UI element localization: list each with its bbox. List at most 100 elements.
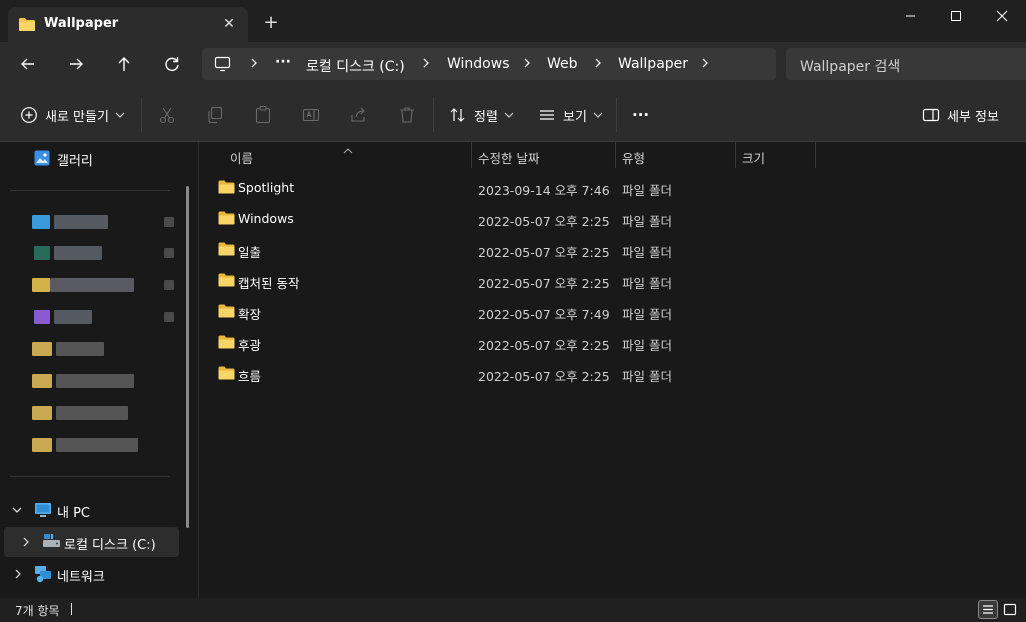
chevron-right-icon[interactable] xyxy=(249,55,259,71)
view-button[interactable]: 보기 xyxy=(538,102,605,128)
back-button[interactable] xyxy=(14,51,42,77)
close-icon xyxy=(996,10,1008,22)
chevron-right-icon[interactable] xyxy=(421,55,431,71)
column-header-type[interactable]: 유형 xyxy=(616,142,736,168)
folder-icon xyxy=(218,335,235,352)
sidebar-item-local-disk[interactable]: 로컬 디스크 (C:) xyxy=(4,527,179,557)
details-view-icon xyxy=(983,605,993,614)
paste-button[interactable] xyxy=(253,105,273,125)
column-header-date[interactable]: 수정한 날짜 xyxy=(472,142,616,168)
minimize-button[interactable] xyxy=(890,4,930,28)
sort-button[interactable]: 정렬 xyxy=(449,102,516,128)
file-name: 흐름 xyxy=(238,369,262,384)
file-list: 이름 수정한 날짜 유형 크기 Spotlight 2023-09-14 오후 7… xyxy=(200,142,1026,598)
pinned-item-label xyxy=(56,374,134,388)
breadcrumb[interactable]: ··· 로컬 디스크 (C:) Windows Web Wallpaper xyxy=(202,48,776,80)
column-header-label: 수정한 날짜 xyxy=(478,151,540,166)
table-row[interactable]: 후광 2022-05-07 오후 2:25 파일 폴더 xyxy=(210,327,990,358)
folder-icon xyxy=(218,366,235,383)
breadcrumb-more[interactable]: ··· xyxy=(275,54,291,70)
chevron-right-icon[interactable] xyxy=(522,55,532,71)
breadcrumb-item-web[interactable]: Web xyxy=(547,56,578,72)
forward-button[interactable] xyxy=(62,51,90,77)
gallery-icon xyxy=(34,150,50,170)
file-date: 2022-05-07 오후 2:25 xyxy=(478,245,610,260)
table-row[interactable]: 일출 2022-05-07 오후 2:25 파일 폴더 xyxy=(210,234,990,265)
search-placeholder: Wallpaper 검색 xyxy=(800,59,901,75)
sidebar-item-pinned[interactable] xyxy=(0,207,180,237)
details-pane-button[interactable]: 세부 정보 xyxy=(922,102,999,128)
toolbar-divider xyxy=(433,98,434,132)
copy-icon xyxy=(208,106,223,124)
sidebar-item-this-pc[interactable]: 내 PC xyxy=(0,495,180,525)
new-tab-button[interactable]: + xyxy=(260,12,282,34)
file-name: Windows xyxy=(238,211,294,226)
tiles-view-button[interactable] xyxy=(1000,600,1020,619)
pinned-item-icon xyxy=(34,310,50,324)
rename-button[interactable] xyxy=(301,105,321,125)
pin-icon xyxy=(164,217,174,227)
breadcrumb-item-windows[interactable]: Windows xyxy=(447,56,510,72)
sidebar-item-label: 내 PC xyxy=(57,506,91,521)
sidebar-item-pinned[interactable] xyxy=(0,302,180,332)
folder-icon xyxy=(18,17,36,35)
sidebar-item-pinned[interactable] xyxy=(0,238,180,268)
pinned-item-label xyxy=(56,438,138,452)
breadcrumb-item-local-disk[interactable]: 로컬 디스크 (C:) xyxy=(306,56,405,76)
sidebar-item-pinned[interactable] xyxy=(0,430,180,460)
pin-icon xyxy=(164,248,174,258)
pinned-item-label xyxy=(54,246,102,260)
new-button[interactable]: 새로 만들기 xyxy=(20,102,127,128)
file-type: 파일 폴더 xyxy=(622,183,672,198)
close-tab-icon[interactable]: ✕ xyxy=(218,13,240,35)
table-row[interactable]: 확장 2022-05-07 오후 7:49 파일 폴더 xyxy=(210,296,990,327)
table-row[interactable]: Spotlight 2023-09-14 오후 7:46 파일 폴더 xyxy=(210,172,990,203)
arrow-right-icon xyxy=(70,58,83,70)
chevron-right-icon[interactable] xyxy=(700,55,710,71)
details-view-button[interactable] xyxy=(978,600,998,619)
file-date: 2022-05-07 오후 2:25 xyxy=(478,276,610,291)
column-header-size[interactable]: 크기 xyxy=(736,142,816,168)
chevron-right-icon[interactable] xyxy=(593,55,603,71)
sidebar-scrollbar[interactable] xyxy=(186,186,189,528)
pinned-item-icon xyxy=(32,342,52,356)
tiles-view-icon xyxy=(1003,603,1017,616)
sidebar-item-network[interactable]: 네트워크 xyxy=(0,559,180,589)
delete-button[interactable] xyxy=(397,105,417,125)
sidebar-item-pinned[interactable] xyxy=(0,334,180,364)
file-name: 일출 xyxy=(238,245,262,260)
details-pane-label: 세부 정보 xyxy=(947,109,999,125)
copy-button[interactable] xyxy=(205,105,225,125)
chevron-down-icon xyxy=(504,112,514,118)
command-bar: 새로 만들기 정렬 보기 ··· 세부 정보 xyxy=(0,86,1026,142)
pinned-item-label xyxy=(54,215,108,229)
sidebar-item-gallery[interactable]: 갤러리 xyxy=(0,143,180,173)
sidebar-item-pinned[interactable] xyxy=(0,270,180,300)
breadcrumb-item-wallpaper[interactable]: Wallpaper xyxy=(618,56,688,72)
more-options-button[interactable]: ··· xyxy=(632,102,649,128)
chevron-down-icon[interactable] xyxy=(11,505,23,520)
chevron-right-icon[interactable] xyxy=(14,568,24,584)
sidebar-item-pinned[interactable] xyxy=(0,398,180,428)
share-button[interactable] xyxy=(349,105,369,125)
pinned-item-icon xyxy=(32,406,52,420)
sidebar-item-pinned[interactable] xyxy=(0,366,180,396)
maximize-button[interactable] xyxy=(936,4,976,28)
folder-icon xyxy=(218,273,235,290)
sort-label: 정렬 xyxy=(474,109,498,125)
table-row[interactable]: 캡처된 동작 2022-05-07 오후 2:25 파일 폴더 xyxy=(210,265,990,296)
tab-wallpaper[interactable]: Wallpaper ✕ xyxy=(8,7,248,42)
up-button[interactable] xyxy=(110,51,138,77)
sidebar-divider xyxy=(10,190,170,191)
chevron-right-icon[interactable] xyxy=(22,536,32,552)
cut-button[interactable] xyxy=(157,105,177,125)
search-input[interactable]: Wallpaper 검색 xyxy=(786,48,1026,80)
column-header-name[interactable]: 이름 xyxy=(230,142,472,168)
pin-icon xyxy=(164,280,174,290)
refresh-button[interactable] xyxy=(158,51,186,77)
close-window-button[interactable] xyxy=(982,4,1022,28)
file-date: 2022-05-07 오후 7:49 xyxy=(478,307,610,322)
table-row[interactable]: Windows 2022-05-07 오후 2:25 파일 폴더 xyxy=(210,203,990,234)
table-row[interactable]: 흐름 2022-05-07 오후 2:25 파일 폴더 xyxy=(210,358,990,389)
share-icon xyxy=(351,107,365,122)
